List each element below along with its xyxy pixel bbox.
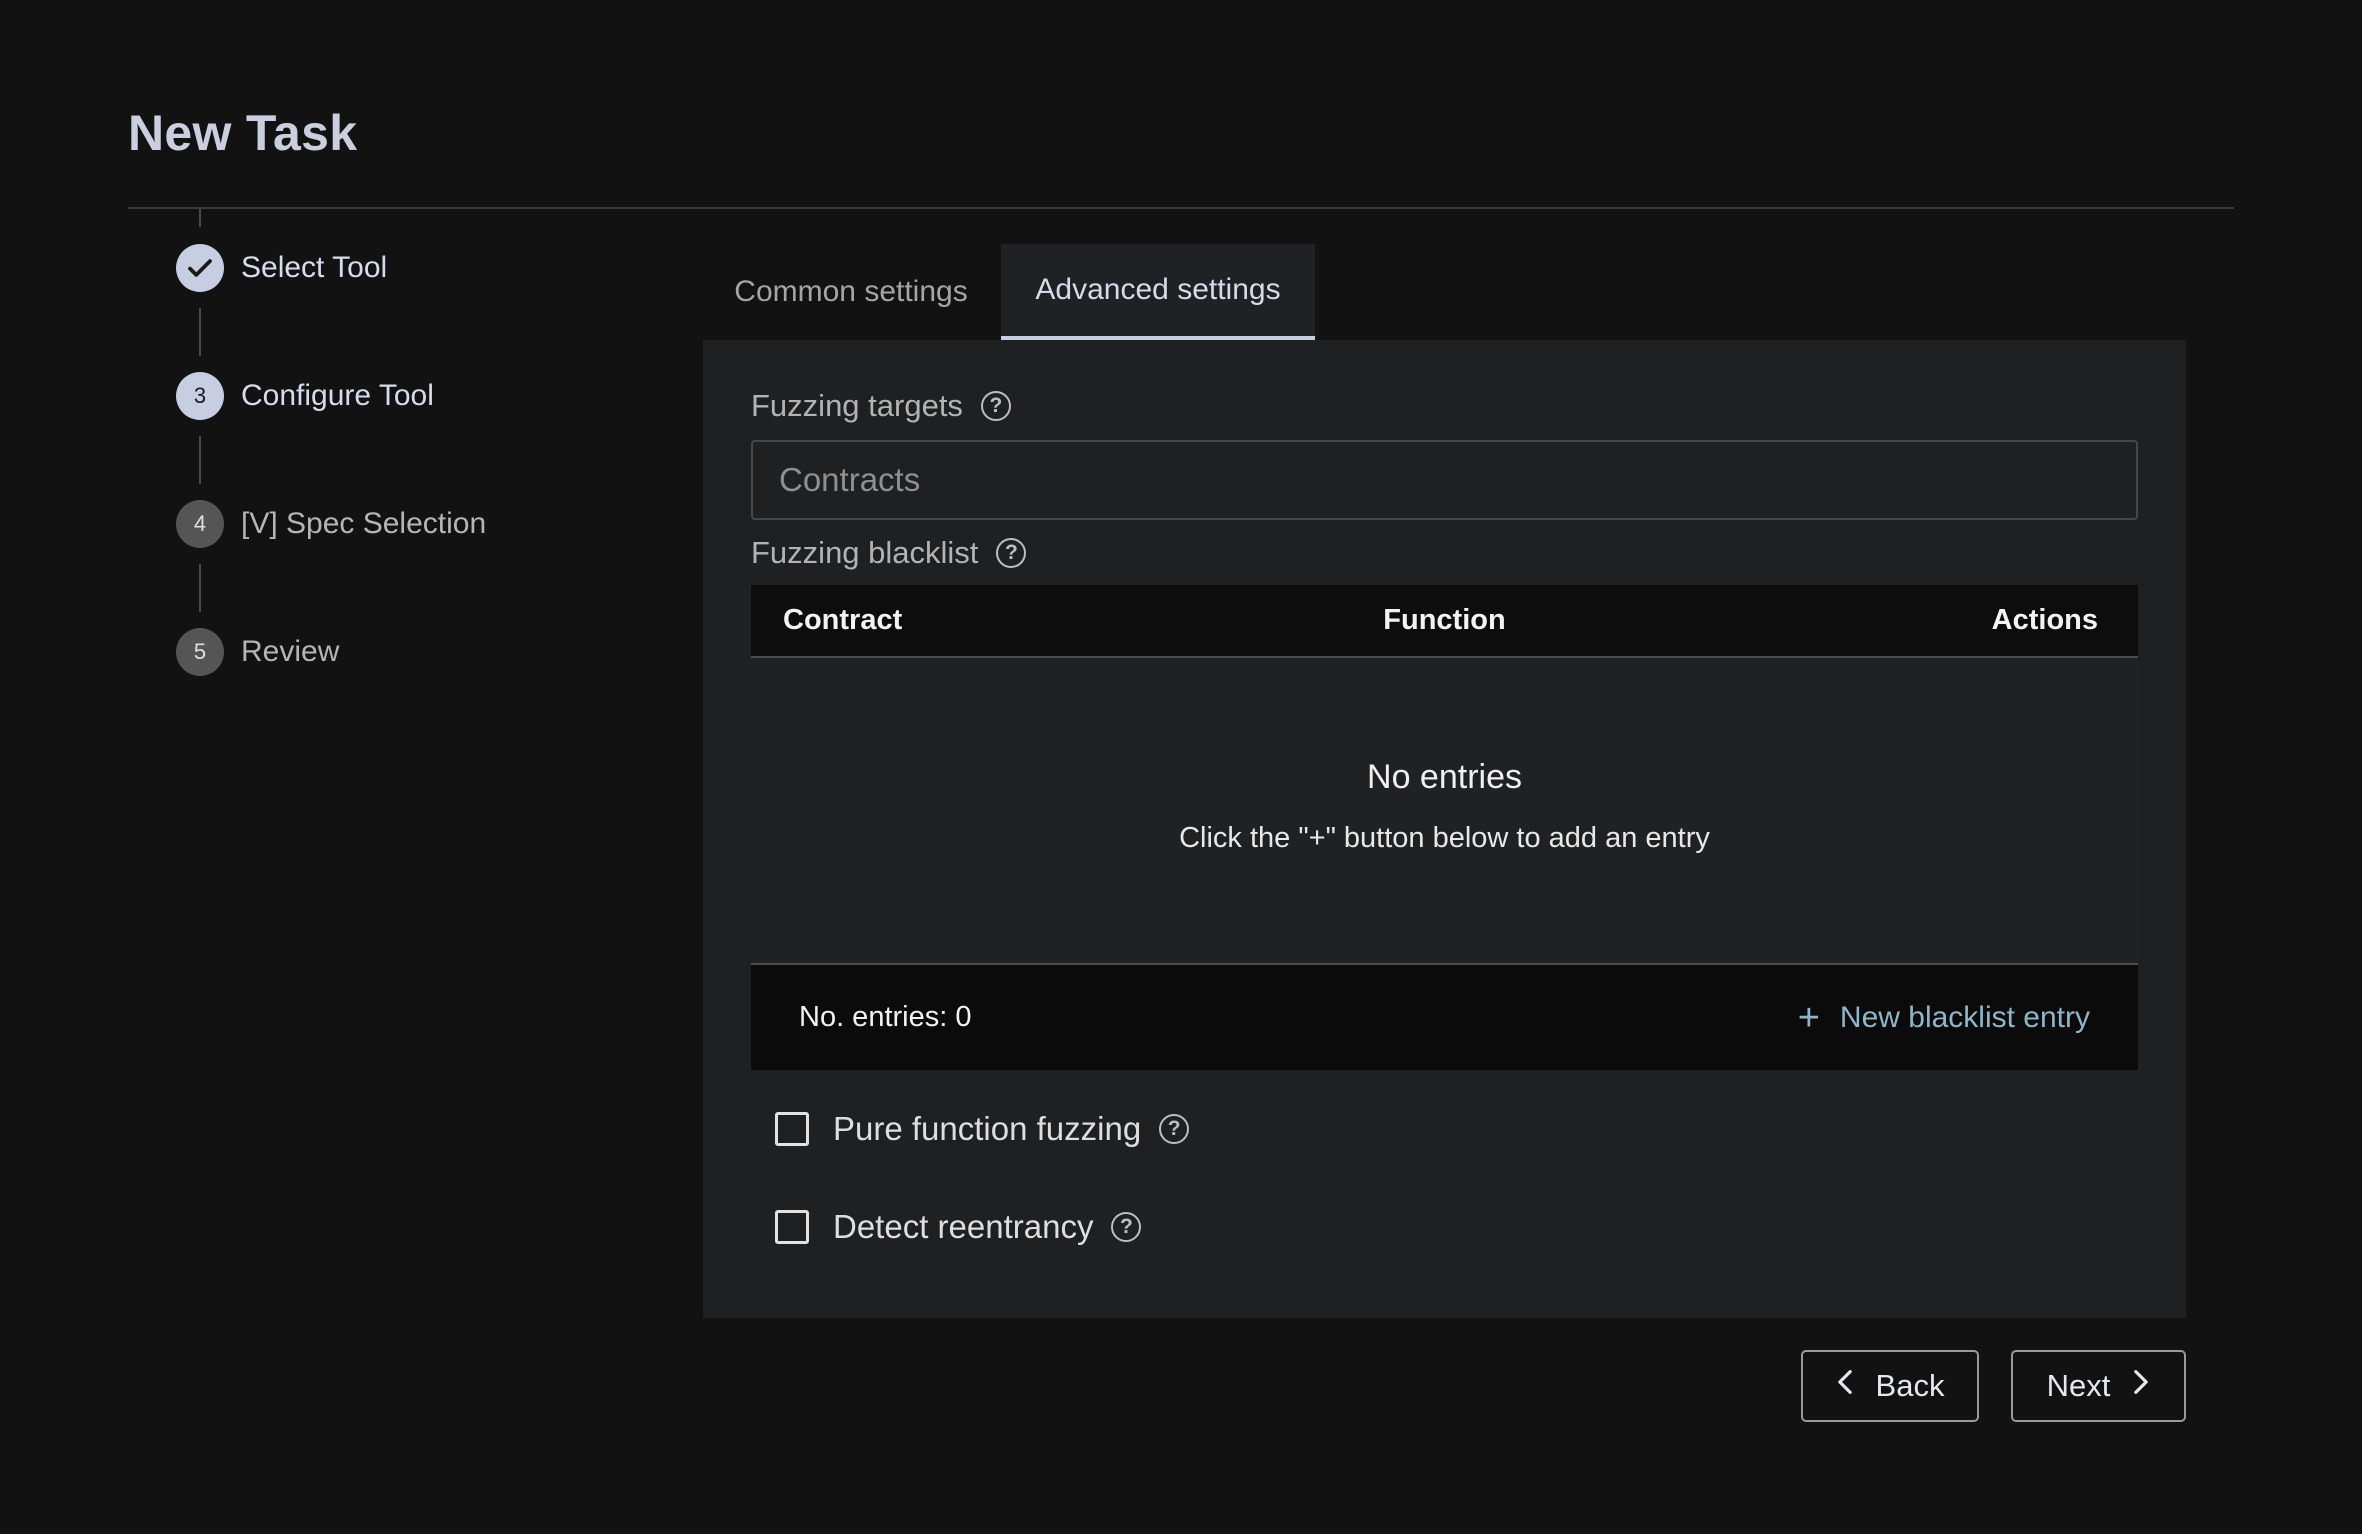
pure-function-fuzzing-checkbox[interactable] (775, 1112, 809, 1146)
chevron-right-icon (2132, 1369, 2150, 1403)
step-label: Review (241, 635, 340, 668)
step-number: 3 (176, 372, 224, 420)
step-connector (199, 436, 201, 484)
header-divider (128, 207, 2234, 209)
help-icon[interactable]: ? (1111, 1212, 1142, 1242)
new-blacklist-entry-label: New blacklist entry (1839, 1000, 2090, 1034)
step-label: [V] Spec Selection (241, 507, 487, 540)
plus-icon: + (1797, 996, 1820, 1039)
step-spec-selection[interactable]: 4 [V] Spec Selection (176, 500, 486, 548)
step-connector (199, 209, 201, 227)
help-icon[interactable]: ? (980, 391, 1011, 421)
back-button[interactable]: Back (1801, 1350, 1979, 1422)
back-label: Back (1875, 1368, 1945, 1403)
column-header-actions: Actions (1991, 604, 2098, 636)
step-label: Select Tool (241, 251, 388, 284)
blacklist-table-header: Function Contract Actions (751, 585, 2138, 658)
step-configure-tool[interactable]: 3 Configure Tool (176, 372, 434, 420)
step-review[interactable]: 5 Review (176, 628, 339, 676)
blacklist-table-footer: No. entries: 0 + New blacklist entry (751, 963, 2138, 1070)
blacklist-table-body: No entries Click the "+" button below to… (751, 658, 2138, 963)
help-icon[interactable]: ? (1159, 1114, 1190, 1144)
entries-count: No. entries: 0 (799, 1001, 972, 1033)
new-blacklist-entry-button[interactable]: + New blacklist entry (1798, 965, 2090, 1070)
empty-state-hint: Click the "+" button below to add an ent… (1179, 822, 1710, 854)
column-header-contract: Contract (783, 604, 903, 636)
tab-common-settings[interactable]: Common settings (703, 244, 999, 340)
step-connector (199, 564, 201, 612)
step-number: 5 (176, 628, 224, 676)
pure-function-fuzzing-label[interactable]: Pure function fuzzing (833, 1110, 1141, 1148)
fuzzing-targets-label: Fuzzing targets (751, 388, 963, 423)
help-icon[interactable]: ? (996, 538, 1027, 568)
fuzzing-targets-input[interactable] (751, 440, 2138, 520)
fuzzing-blacklist-label: Fuzzing blacklist (751, 535, 979, 570)
tab-advanced-settings[interactable]: Advanced settings (1001, 244, 1315, 340)
next-button[interactable]: Next (2011, 1350, 2186, 1422)
page-title: New Task (128, 105, 358, 161)
empty-state-title: No entries (1367, 758, 1522, 796)
detect-reentrancy-row: Detect reentrancy ? (775, 1208, 1142, 1246)
chevron-left-icon (1836, 1369, 1854, 1403)
step-connector (199, 308, 201, 356)
step-label: Configure Tool (241, 379, 434, 412)
advanced-settings-panel: Fuzzing targets ? Fuzzing blacklist ? Fu… (703, 340, 2186, 1318)
detect-reentrancy-label[interactable]: Detect reentrancy (833, 1208, 1093, 1246)
pure-function-fuzzing-row: Pure function fuzzing ? (775, 1110, 1190, 1148)
fuzzing-targets-label-row: Fuzzing targets ? (751, 388, 1011, 424)
check-icon (176, 244, 224, 292)
column-header-function: Function (1383, 604, 1506, 636)
detect-reentrancy-checkbox[interactable] (775, 1210, 809, 1244)
step-number: 4 (176, 500, 224, 548)
step-select-tool[interactable]: Select Tool (176, 244, 387, 292)
fuzzing-blacklist-label-row: Fuzzing blacklist ? (751, 535, 1027, 571)
next-label: Next (2046, 1368, 2111, 1403)
